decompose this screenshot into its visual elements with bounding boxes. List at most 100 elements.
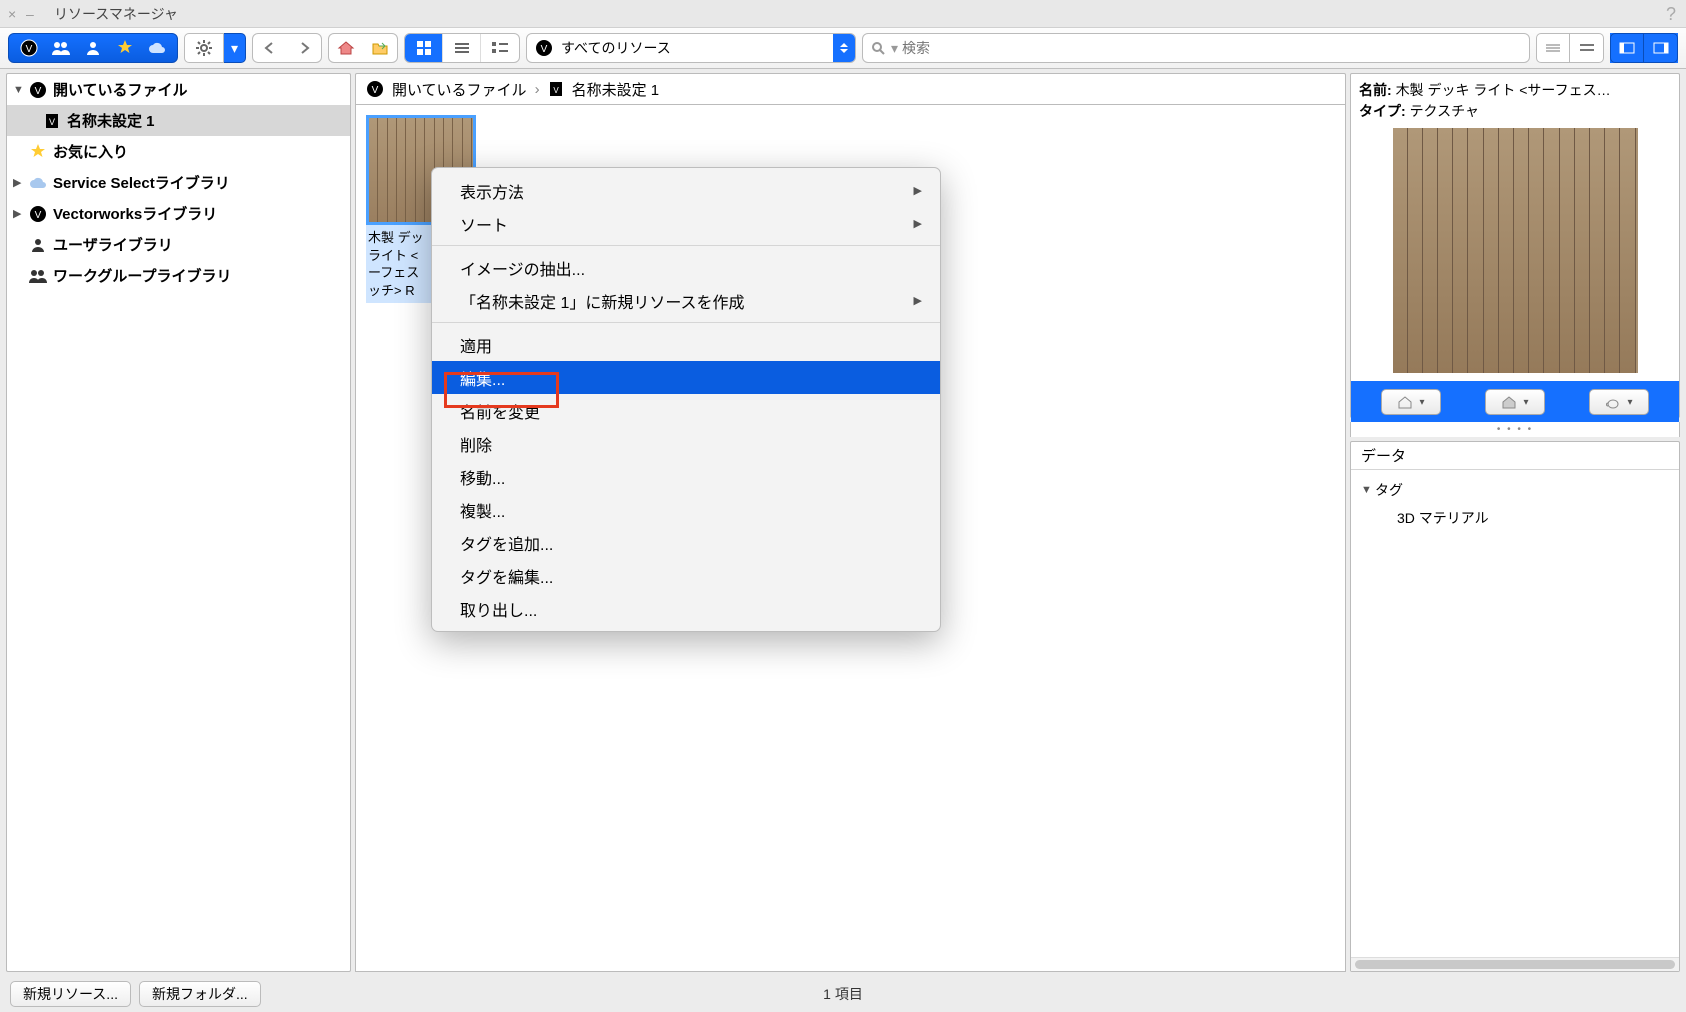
resource-type-filter[interactable]: V すべてのリソース bbox=[526, 33, 856, 63]
data-panel: データ ▼ タグ 3D マテリアル bbox=[1350, 441, 1680, 972]
preview-small-button[interactable] bbox=[1536, 33, 1570, 63]
ctx-create-new-resource[interactable]: 「名称未設定 1」に新規リソースを作成 bbox=[432, 284, 940, 317]
preview-mode-1-button[interactable] bbox=[1381, 389, 1441, 415]
sidebar-item-user-library[interactable]: ユーザライブラリ bbox=[7, 229, 350, 260]
window-titlebar: × – リソースマネージャ ? bbox=[0, 0, 1686, 28]
ctx-delete[interactable]: 削除 bbox=[432, 427, 940, 460]
grid-view-button[interactable] bbox=[405, 34, 443, 62]
ctx-display-method[interactable]: 表示方法 bbox=[432, 174, 940, 207]
vw-logo-icon: V bbox=[27, 81, 49, 99]
tag-header-row[interactable]: ▼ タグ bbox=[1361, 476, 1669, 504]
gear-icon bbox=[195, 39, 213, 57]
info-panel: 名前: 木製 デッキ ライト <サーフェス… タイプ: テクスチャ bbox=[1350, 73, 1680, 418]
preview-large-button[interactable] bbox=[1570, 33, 1604, 63]
forward-button[interactable] bbox=[287, 35, 321, 61]
vw-doc-icon: V bbox=[41, 112, 63, 130]
ctx-edit-tag[interactable]: タグを編集... bbox=[432, 559, 940, 592]
minimize-window-icon[interactable]: – bbox=[26, 8, 38, 20]
star-icon[interactable] bbox=[109, 36, 141, 60]
gear-menu[interactable]: ▾ bbox=[184, 33, 246, 63]
ctx-edit[interactable]: 編集... bbox=[432, 361, 940, 394]
vw-logo-icon: V bbox=[27, 205, 49, 223]
preview-size-toggle bbox=[1536, 33, 1604, 63]
sidebar-item-label: 開いているファイル bbox=[53, 79, 188, 100]
right-pane: 名前: 木製 デッキ ライト <サーフェス… タイプ: テクスチャ • • • … bbox=[1350, 73, 1680, 972]
context-menu: 表示方法 ソート イメージの抽出... 「名称未設定 1」に新規リソースを作成 … bbox=[431, 167, 941, 632]
sidebar-item-workgroup-library[interactable]: ワークグループライブラリ bbox=[7, 260, 350, 291]
tag-item[interactable]: 3D マテリアル bbox=[1361, 504, 1669, 532]
info-type-row: タイプ: テクスチャ bbox=[1359, 101, 1671, 122]
cloud-icon[interactable] bbox=[141, 36, 173, 60]
preview-mode-3-button[interactable] bbox=[1589, 389, 1649, 415]
content-area: V 開いているファイル › V 名称未設定 1 木製 デッ ライト < ーフェス… bbox=[355, 73, 1346, 972]
ctx-export[interactable]: 取り出し... bbox=[432, 592, 940, 625]
ctx-separator bbox=[432, 245, 940, 246]
search-input[interactable] bbox=[902, 40, 1521, 56]
close-window-icon[interactable]: × bbox=[8, 8, 20, 20]
nav-group bbox=[252, 33, 322, 63]
svg-text:V: V bbox=[553, 86, 559, 95]
svg-text:V: V bbox=[26, 44, 33, 55]
user-icon bbox=[27, 237, 49, 253]
sidebar-item-label: 名称未設定 1 bbox=[67, 110, 155, 131]
sidebar-item-label: お気に入り bbox=[53, 141, 128, 162]
breadcrumb-seg[interactable]: 名称未設定 1 bbox=[572, 79, 660, 100]
vw-logo-icon: V bbox=[535, 39, 553, 57]
breadcrumb-seg[interactable]: 開いているファイル bbox=[392, 79, 527, 100]
home-button[interactable] bbox=[329, 35, 363, 61]
svg-text:V: V bbox=[372, 85, 379, 96]
search-field[interactable]: ▾ bbox=[862, 33, 1530, 63]
preview-button-row bbox=[1351, 381, 1679, 423]
ctx-rename[interactable]: 名前を変更 bbox=[432, 394, 940, 427]
svg-text:V: V bbox=[35, 210, 42, 221]
group-icon bbox=[27, 268, 49, 284]
ctx-duplicate[interactable]: 複製... bbox=[432, 493, 940, 526]
sidebar-item-vw-library[interactable]: ▶ V Vectorworksライブラリ bbox=[7, 198, 350, 229]
search-icon bbox=[871, 41, 885, 55]
disclosure-right-icon: ▶ bbox=[13, 207, 27, 220]
ctx-add-tag[interactable]: タグを追加... bbox=[432, 526, 940, 559]
sidebar-item-service-select[interactable]: ▶ Service Selectライブラリ bbox=[7, 167, 350, 198]
ctx-separator bbox=[432, 322, 940, 323]
resize-handle[interactable]: • • • • bbox=[1350, 422, 1680, 437]
house-wire-icon bbox=[1397, 395, 1413, 409]
tag-header-label: タグ bbox=[1375, 480, 1403, 500]
sidebar-item-label: Vectorworksライブラリ bbox=[53, 203, 217, 224]
toolbar: V ▾ V すべてのリソース ▾ bbox=[0, 28, 1686, 69]
gear-dropdown-icon[interactable]: ▾ bbox=[224, 33, 246, 63]
teapot-icon bbox=[1605, 395, 1621, 409]
window-title: リソースマネージャ bbox=[54, 4, 178, 24]
new-resource-button[interactable]: 新規リソース... bbox=[10, 981, 131, 1007]
left-panel-toggle[interactable] bbox=[1610, 33, 1644, 63]
ctx-extract-image[interactable]: イメージの抽出... bbox=[432, 251, 940, 284]
users-icon[interactable] bbox=[45, 36, 77, 60]
user-icon[interactable] bbox=[77, 36, 109, 60]
disclosure-right-icon: ▶ bbox=[13, 176, 27, 189]
open-folder-button[interactable] bbox=[363, 35, 397, 61]
vw-doc-icon: V bbox=[548, 81, 564, 97]
disclosure-down-icon: ▼ bbox=[13, 84, 27, 96]
vw-logo-icon[interactable]: V bbox=[13, 36, 45, 60]
ctx-move[interactable]: 移動... bbox=[432, 460, 940, 493]
list-view-button[interactable] bbox=[443, 34, 481, 62]
panel-visibility-toggle bbox=[1610, 33, 1678, 63]
new-folder-button[interactable]: 新規フォルダ... bbox=[139, 981, 261, 1007]
data-panel-header: データ bbox=[1351, 442, 1679, 470]
sidebar-item-open-files[interactable]: ▼ V 開いているファイル bbox=[7, 74, 350, 105]
back-button[interactable] bbox=[253, 35, 287, 61]
footer-bar: 新規リソース... 新規フォルダ... 1 項目 bbox=[0, 976, 1686, 1012]
sidebar-item-favorites[interactable]: お気に入り bbox=[7, 136, 350, 167]
home-group bbox=[328, 33, 398, 63]
main-area: ▼ V 開いているファイル V 名称未設定 1 お気に入り ▶ Service … bbox=[0, 69, 1686, 976]
ctx-sort[interactable]: ソート bbox=[432, 207, 940, 240]
thumb-list-view-button[interactable] bbox=[481, 34, 519, 62]
horizontal-scrollbar[interactable] bbox=[1351, 957, 1679, 971]
right-panel-toggle[interactable] bbox=[1644, 33, 1678, 63]
star-icon bbox=[27, 143, 49, 161]
resource-grid[interactable]: 木製 デッ ライト < ーフェス ッチ> R 表示方法 ソート イメージの抽出.… bbox=[355, 105, 1346, 972]
ctx-apply[interactable]: 適用 bbox=[432, 328, 940, 361]
svg-text:V: V bbox=[541, 44, 548, 55]
preview-mode-2-button[interactable] bbox=[1485, 389, 1545, 415]
sidebar-item-untitled-file[interactable]: V 名称未設定 1 bbox=[7, 105, 350, 136]
help-icon[interactable]: ? bbox=[1666, 4, 1676, 25]
